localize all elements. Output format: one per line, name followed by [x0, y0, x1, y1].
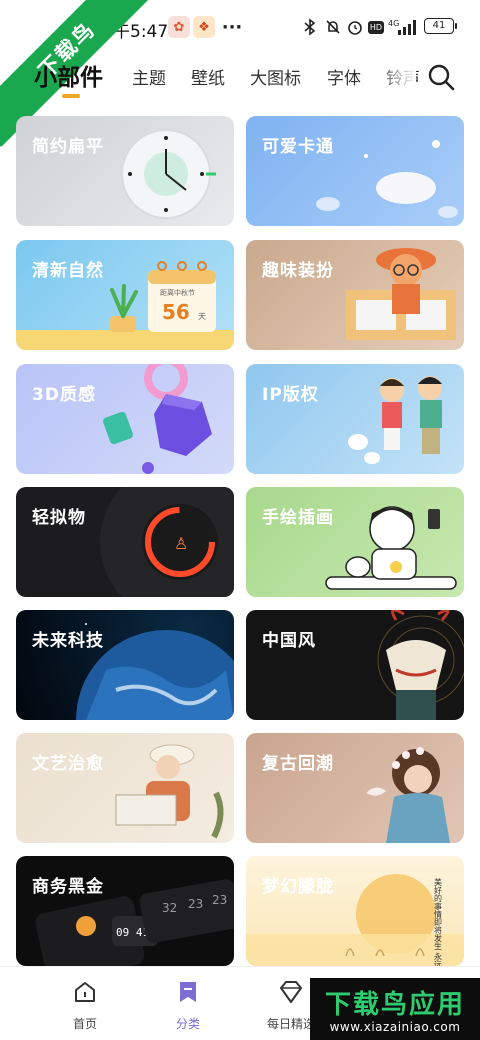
search-icon — [428, 64, 455, 91]
category-card-light-skeuo[interactable]: ♙ 轻拟物 — [16, 487, 234, 597]
category-card-3d-texture[interactable]: 3D质感 — [16, 364, 234, 474]
category-card-business-black-gold[interactable]: 09 41 32 23 23 商务黑金 — [16, 856, 234, 966]
dreamy-poem-text: 美好的事情即将发生 永远相信 — [434, 877, 443, 966]
business-time-readout: 09 41 — [116, 926, 149, 939]
card-title: 手绘插画 — [262, 508, 334, 528]
card-title: 轻拟物 — [32, 508, 86, 528]
category-card-ip-copyright[interactable]: IP版权 — [246, 364, 464, 474]
notification-app-icon: ✿ — [168, 16, 190, 38]
app-banner-title: 下载鸟应用 — [324, 990, 465, 1020]
category-card-chinese-style[interactable]: 中国风 — [246, 610, 464, 720]
tab-wallpapers[interactable]: 壁纸 — [191, 64, 225, 89]
card-title: 商务黑金 — [32, 877, 104, 897]
tab-widgets[interactable]: 小部件 — [34, 58, 103, 92]
tab-large-icons[interactable]: 大图标 — [250, 64, 301, 89]
card-title: 梦幻朦胧 — [262, 877, 334, 897]
search-button[interactable] — [426, 62, 456, 92]
more-notifications-icon: ··· — [221, 16, 243, 38]
card-title: 未来科技 — [32, 631, 104, 651]
category-card-artsy-healing[interactable]: 文艺治愈 — [16, 733, 234, 843]
card-title: 趣味装扮 — [262, 261, 334, 281]
business-number: 32 — [162, 901, 177, 915]
tab-fonts[interactable]: 字体 — [327, 64, 361, 89]
category-card-fun-dressup[interactable]: 趣味装扮 — [246, 240, 464, 350]
battery-indicator: 41 — [424, 18, 457, 34]
tab-fade-overlay — [376, 56, 416, 108]
category-card-cute-cartoon[interactable]: 可爱卡通 — [246, 116, 464, 226]
category-icon — [180, 982, 196, 1002]
calendar-unit: 天 — [198, 312, 206, 321]
diamond-icon — [280, 981, 302, 1003]
hd-voice-icon: HD — [368, 21, 384, 34]
active-tab-indicator — [62, 94, 80, 98]
network-type-label: 4G — [388, 19, 399, 28]
category-card-fresh-nature[interactable]: 距离中秋节 56 天 清新自然 — [16, 240, 234, 350]
app-promo-banner: 下载鸟应用 www.xiazainiao.com — [310, 978, 480, 1040]
card-title: 清新自然 — [32, 261, 104, 281]
app-banner-url: www.xiazainiao.com — [329, 1020, 461, 1034]
bluetooth-icon — [300, 14, 320, 40]
nav-home-label: 首页 — [72, 1017, 97, 1031]
signal-icon: 4G — [388, 14, 418, 40]
card-title: IP版权 — [262, 385, 319, 405]
nav-category-label: 分类 — [175, 1017, 200, 1031]
card-title: 复古回潮 — [262, 754, 334, 774]
business-number: 23 — [212, 893, 227, 907]
calendar-number: 56 — [162, 300, 190, 324]
category-tab-bar: 小部件 主题 壁纸 大图标 字体 铃声 — [0, 56, 480, 108]
category-card-hand-drawn[interactable]: 手绘插画 — [246, 487, 464, 597]
alarm-icon — [344, 14, 366, 40]
category-card-retro[interactable]: 复古回潮 — [246, 733, 464, 843]
business-number: 23 — [188, 897, 203, 911]
card-title: 文艺治愈 — [32, 754, 104, 774]
category-card-dreamy[interactable]: 美好的事情即将发生 永远相信 梦幻朦胧 — [246, 856, 464, 966]
card-title: 中国风 — [262, 631, 316, 651]
nav-home[interactable]: 首页 — [45, 979, 125, 1032]
home-icon — [75, 982, 95, 1002]
svg-text:♙: ♙ — [174, 534, 188, 553]
mute-bell-icon — [322, 14, 344, 40]
card-title: 可爱卡通 — [262, 137, 334, 157]
category-card-minimal-flat[interactable]: 简约扁平 — [16, 116, 234, 226]
calendar-caption: 距离中秋节 — [160, 288, 195, 297]
category-card-future-tech[interactable]: 未来科技 — [16, 610, 234, 720]
card-title: 3D质感 — [32, 385, 96, 405]
nav-category[interactable]: 分类 — [148, 979, 228, 1032]
notification-app-icon: ❖ — [193, 16, 215, 38]
card-title: 简约扁平 — [32, 137, 104, 157]
tab-themes[interactable]: 主题 — [132, 64, 166, 89]
